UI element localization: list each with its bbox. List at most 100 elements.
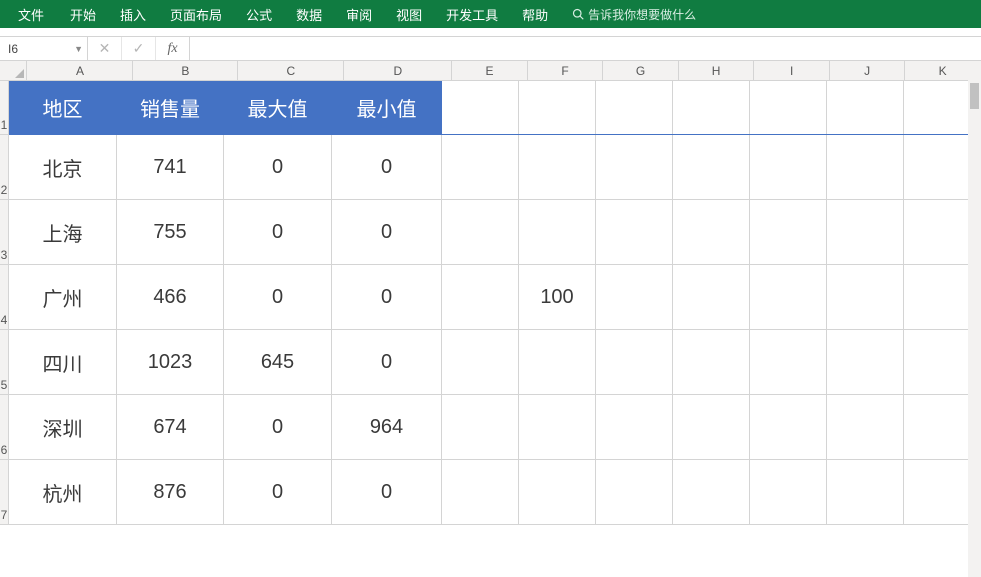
cell-J2[interactable]	[827, 135, 904, 199]
row-header-4[interactable]: 4	[0, 265, 9, 330]
col-header-J[interactable]: J	[830, 61, 906, 80]
col-header-B[interactable]: B	[133, 61, 238, 80]
ribbon-tab-page-layout[interactable]: 页面布局	[158, 0, 234, 28]
formula-input[interactable]	[190, 37, 981, 60]
ribbon-tab-help[interactable]: 帮助	[510, 0, 560, 28]
cell-H2[interactable]	[673, 135, 750, 199]
cell-A6[interactable]: 深圳	[9, 395, 117, 459]
cell-E7[interactable]	[442, 460, 519, 524]
cell-A3[interactable]: 上海	[9, 200, 117, 264]
cell-D1[interactable]: 最小值	[332, 81, 442, 134]
cell-C7[interactable]: 0	[224, 460, 332, 524]
cell-H3[interactable]	[673, 200, 750, 264]
ribbon-tab-review[interactable]: 审阅	[334, 0, 384, 28]
cell-G1[interactable]	[596, 81, 673, 134]
cell-I2[interactable]	[750, 135, 827, 199]
cell-G4[interactable]	[596, 265, 673, 329]
cell-G6[interactable]	[596, 395, 673, 459]
cell-D5[interactable]: 0	[332, 330, 442, 394]
col-header-F[interactable]: F	[528, 61, 604, 80]
cell-B7[interactable]: 876	[117, 460, 224, 524]
row-header-7[interactable]: 7	[0, 460, 9, 525]
col-header-I[interactable]: I	[754, 61, 830, 80]
cell-I6[interactable]	[750, 395, 827, 459]
ribbon-tab-home[interactable]: 开始	[58, 0, 108, 28]
cell-A2[interactable]: 北京	[9, 135, 117, 199]
cell-C5[interactable]: 645	[224, 330, 332, 394]
cell-C6[interactable]: 0	[224, 395, 332, 459]
cell-H7[interactable]	[673, 460, 750, 524]
select-all-corner[interactable]	[0, 61, 27, 80]
cell-F2[interactable]	[519, 135, 596, 199]
cell-B1[interactable]: 销售量	[117, 81, 224, 134]
cell-A1[interactable]: 地区	[9, 81, 117, 134]
ribbon-tab-insert[interactable]: 插入	[108, 0, 158, 28]
col-header-C[interactable]: C	[238, 61, 344, 80]
cell-F3[interactable]	[519, 200, 596, 264]
cell-J1[interactable]	[827, 81, 904, 134]
cell-B6[interactable]: 674	[117, 395, 224, 459]
cell-H4[interactable]	[673, 265, 750, 329]
name-box[interactable]: I6 ▼	[0, 37, 88, 60]
formula-cancel-button[interactable]: ✕	[88, 37, 122, 60]
cell-J7[interactable]	[827, 460, 904, 524]
col-header-G[interactable]: G	[603, 61, 679, 80]
cell-G3[interactable]	[596, 200, 673, 264]
cell-D4[interactable]: 0	[332, 265, 442, 329]
cell-I5[interactable]	[750, 330, 827, 394]
cell-B2[interactable]: 741	[117, 135, 224, 199]
cell-C2[interactable]: 0	[224, 135, 332, 199]
cell-G2[interactable]	[596, 135, 673, 199]
cell-D3[interactable]: 0	[332, 200, 442, 264]
cell-E6[interactable]	[442, 395, 519, 459]
cell-J5[interactable]	[827, 330, 904, 394]
cell-F5[interactable]	[519, 330, 596, 394]
cell-I3[interactable]	[750, 200, 827, 264]
row-header-2[interactable]: 2	[0, 135, 9, 200]
cell-C4[interactable]: 0	[224, 265, 332, 329]
cell-B3[interactable]: 755	[117, 200, 224, 264]
cell-F6[interactable]	[519, 395, 596, 459]
insert-function-button[interactable]: fx	[156, 37, 190, 60]
cell-D2[interactable]: 0	[332, 135, 442, 199]
col-header-H[interactable]: H	[679, 61, 755, 80]
cell-D6[interactable]: 964	[332, 395, 442, 459]
col-header-A[interactable]: A	[27, 61, 133, 80]
cell-J3[interactable]	[827, 200, 904, 264]
cell-C3[interactable]: 0	[224, 200, 332, 264]
scrollbar-thumb[interactable]	[970, 83, 979, 109]
cell-J4[interactable]	[827, 265, 904, 329]
cell-F7[interactable]	[519, 460, 596, 524]
vertical-scrollbar[interactable]	[968, 61, 981, 577]
cell-H6[interactable]	[673, 395, 750, 459]
cell-B5[interactable]: 1023	[117, 330, 224, 394]
cell-I1[interactable]	[750, 81, 827, 134]
col-header-D[interactable]: D	[344, 61, 452, 80]
cell-H5[interactable]	[673, 330, 750, 394]
cell-E2[interactable]	[442, 135, 519, 199]
cell-C1[interactable]: 最大值	[224, 81, 332, 134]
cell-F4[interactable]: 100	[519, 265, 596, 329]
name-box-dropdown-icon[interactable]: ▼	[74, 44, 83, 54]
cell-E5[interactable]	[442, 330, 519, 394]
ribbon-tab-formulas[interactable]: 公式	[234, 0, 284, 28]
cell-F1[interactable]	[519, 81, 596, 134]
cell-I4[interactable]	[750, 265, 827, 329]
ribbon-tab-file[interactable]: 文件	[4, 0, 58, 28]
ribbon-tab-data[interactable]: 数据	[284, 0, 334, 28]
cell-A4[interactable]: 广州	[9, 265, 117, 329]
col-header-E[interactable]: E	[452, 61, 528, 80]
cell-I7[interactable]	[750, 460, 827, 524]
row-header-1[interactable]: 1	[0, 81, 9, 135]
cell-H1[interactable]	[673, 81, 750, 134]
cell-B4[interactable]: 466	[117, 265, 224, 329]
cell-E4[interactable]	[442, 265, 519, 329]
cell-E1[interactable]	[442, 81, 519, 134]
cell-A7[interactable]: 杭州	[9, 460, 117, 524]
cell-G7[interactable]	[596, 460, 673, 524]
cell-G5[interactable]	[596, 330, 673, 394]
cell-E3[interactable]	[442, 200, 519, 264]
tell-me-search[interactable]: 告诉我你想要做什么	[560, 6, 702, 23]
ribbon-tab-view[interactable]: 视图	[384, 0, 434, 28]
cell-D7[interactable]: 0	[332, 460, 442, 524]
